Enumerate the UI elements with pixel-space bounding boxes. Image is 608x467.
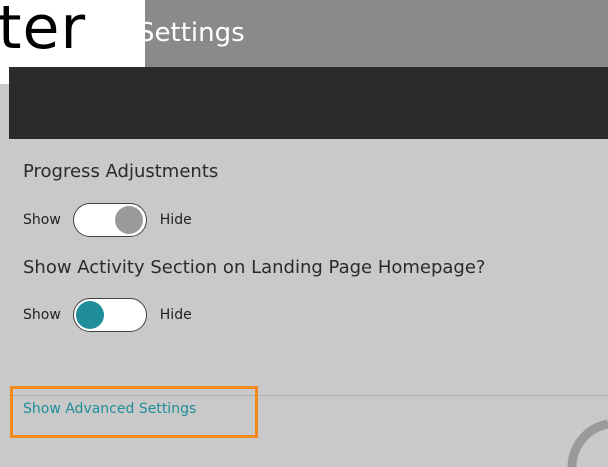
show-option-label: Show (23, 212, 61, 228)
page-title: Settings (138, 18, 245, 48)
activity-section-row: Show Hide (23, 297, 192, 333)
dark-banner (9, 67, 608, 139)
activity-section-toggle[interactable] (72, 298, 147, 332)
hide-option-label: Hide (159, 212, 192, 228)
loading-arc-icon (567, 420, 608, 467)
toggle-knob (75, 301, 104, 329)
logo-text: ter (0, 0, 87, 63)
progress-adjustments-row: Show Hide (23, 202, 192, 238)
show-option-label: Show (23, 307, 61, 323)
show-advanced-settings-link[interactable]: Show Advanced Settings (23, 399, 196, 419)
progress-adjustments-label: Progress Adjustments (23, 161, 219, 182)
hide-option-label: Hide (159, 307, 192, 323)
activity-section-label: Show Activity Section on Landing Page Ho… (23, 257, 486, 278)
progress-adjustments-toggle[interactable] (72, 203, 147, 237)
toggle-knob (114, 206, 143, 234)
